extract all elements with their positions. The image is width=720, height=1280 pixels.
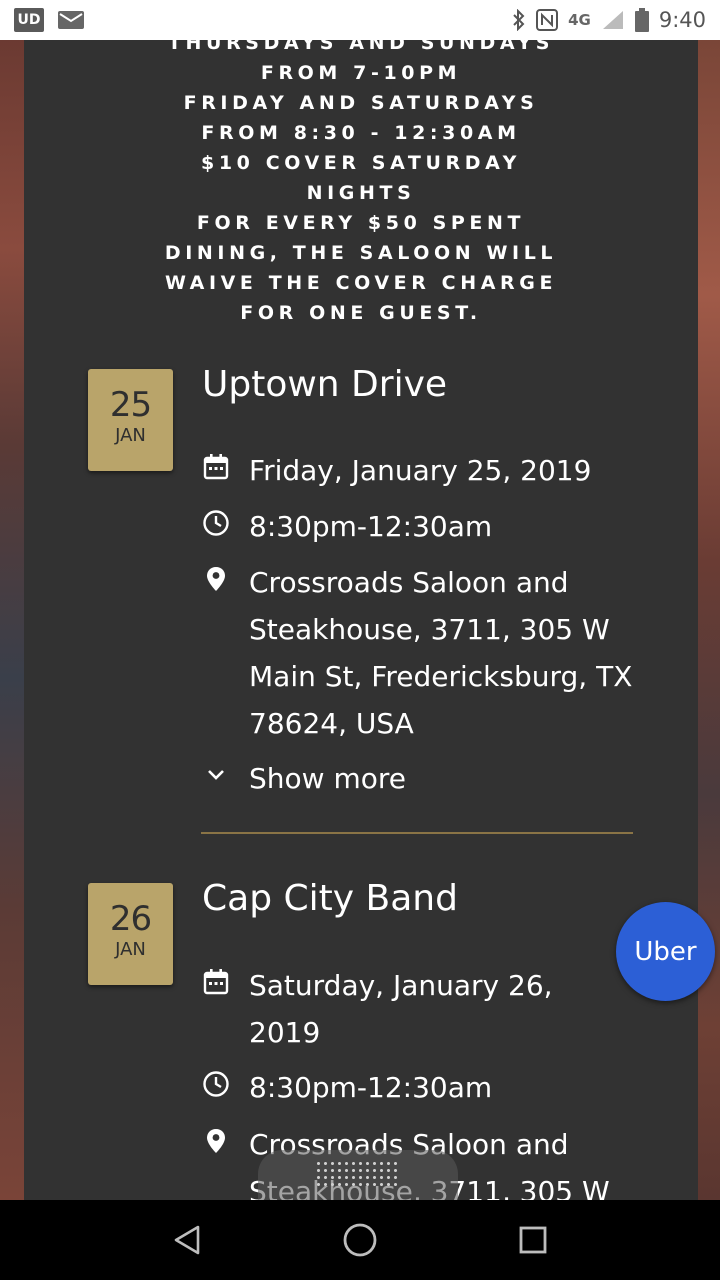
date-month: JAN — [115, 425, 146, 446]
event-time: 8:30pm-12:30am — [249, 1071, 493, 1104]
hours-info: THURSDAYS AND SUNDAYS FROM 7-10PM FRIDAY… — [24, 40, 698, 328]
hours-line: FROM 8:30 - 12:30AM — [201, 122, 521, 144]
home-icon — [343, 1223, 377, 1257]
network-type: 4G — [568, 11, 591, 29]
background-texture-right — [698, 40, 720, 1200]
location-pin-icon — [207, 567, 225, 591]
event-divider — [201, 832, 633, 834]
event-time: 8:30pm-12:30am — [249, 510, 493, 543]
clock: 9:40 — [658, 8, 706, 32]
date-badge: 25 JAN — [88, 369, 173, 471]
chevron-down-icon — [208, 770, 224, 780]
hours-line: $10 COVER SATURDAY — [201, 152, 521, 174]
date-badge: 26 JAN — [88, 883, 173, 985]
clock-icon — [203, 1071, 229, 1097]
signal-icon — [602, 11, 623, 29]
uber-button[interactable]: Uber — [616, 902, 715, 1001]
event-date: Saturday, January 26, 2019 — [249, 969, 553, 1049]
ud-app-icon: UD — [14, 8, 44, 32]
status-bar: UD 4G 9:40 — [0, 0, 720, 40]
back-icon — [174, 1225, 199, 1255]
mail-icon — [58, 11, 84, 29]
home-button[interactable] — [340, 1220, 380, 1260]
hours-line: FOR EVERY $50 SPENT — [196, 212, 526, 234]
location-pin-icon — [207, 1129, 225, 1153]
recents-icon — [519, 1226, 547, 1254]
event-date: Friday, January 25, 2019 — [249, 454, 592, 487]
background-texture-left — [0, 40, 24, 1200]
hours-line: FRIDAY AND SATURDAYS — [183, 92, 539, 114]
back-button[interactable] — [167, 1220, 207, 1260]
hours-line: THURSDAYS AND SUNDAYS — [167, 40, 555, 54]
calendar-icon — [203, 454, 229, 480]
hours-line: FROM 7-10PM — [260, 62, 462, 84]
calendar-icon — [203, 969, 229, 995]
date-month: JAN — [115, 939, 146, 960]
hours-line: DINING, THE SALOON WILL — [164, 242, 558, 264]
date-day: 26 — [109, 899, 152, 939]
event-location[interactable]: Crossroads Saloon and Steakhouse, 3711, … — [249, 559, 649, 747]
navigation-bar — [0, 1200, 720, 1280]
date-day: 25 — [109, 385, 152, 425]
event-title[interactable]: Uptown Drive — [202, 364, 447, 405]
recents-button[interactable] — [513, 1220, 553, 1260]
drag-handle[interactable] — [258, 1150, 458, 1200]
hours-line: NIGHTS — [306, 182, 416, 204]
grip-dots-icon — [315, 1160, 401, 1186]
events-panel: THURSDAYS AND SUNDAYS FROM 7-10PM FRIDAY… — [24, 40, 698, 1200]
clock-icon — [203, 510, 229, 536]
show-more-label[interactable]: Show more — [249, 755, 649, 802]
hours-line: WAIVE THE COVER CHARGE — [164, 272, 558, 294]
battery-icon — [634, 8, 649, 32]
event-title[interactable]: Cap City Band — [202, 878, 458, 919]
nfc-icon — [536, 9, 559, 31]
bluetooth-icon — [513, 9, 525, 31]
hours-line: FOR ONE GUEST. — [240, 302, 482, 324]
